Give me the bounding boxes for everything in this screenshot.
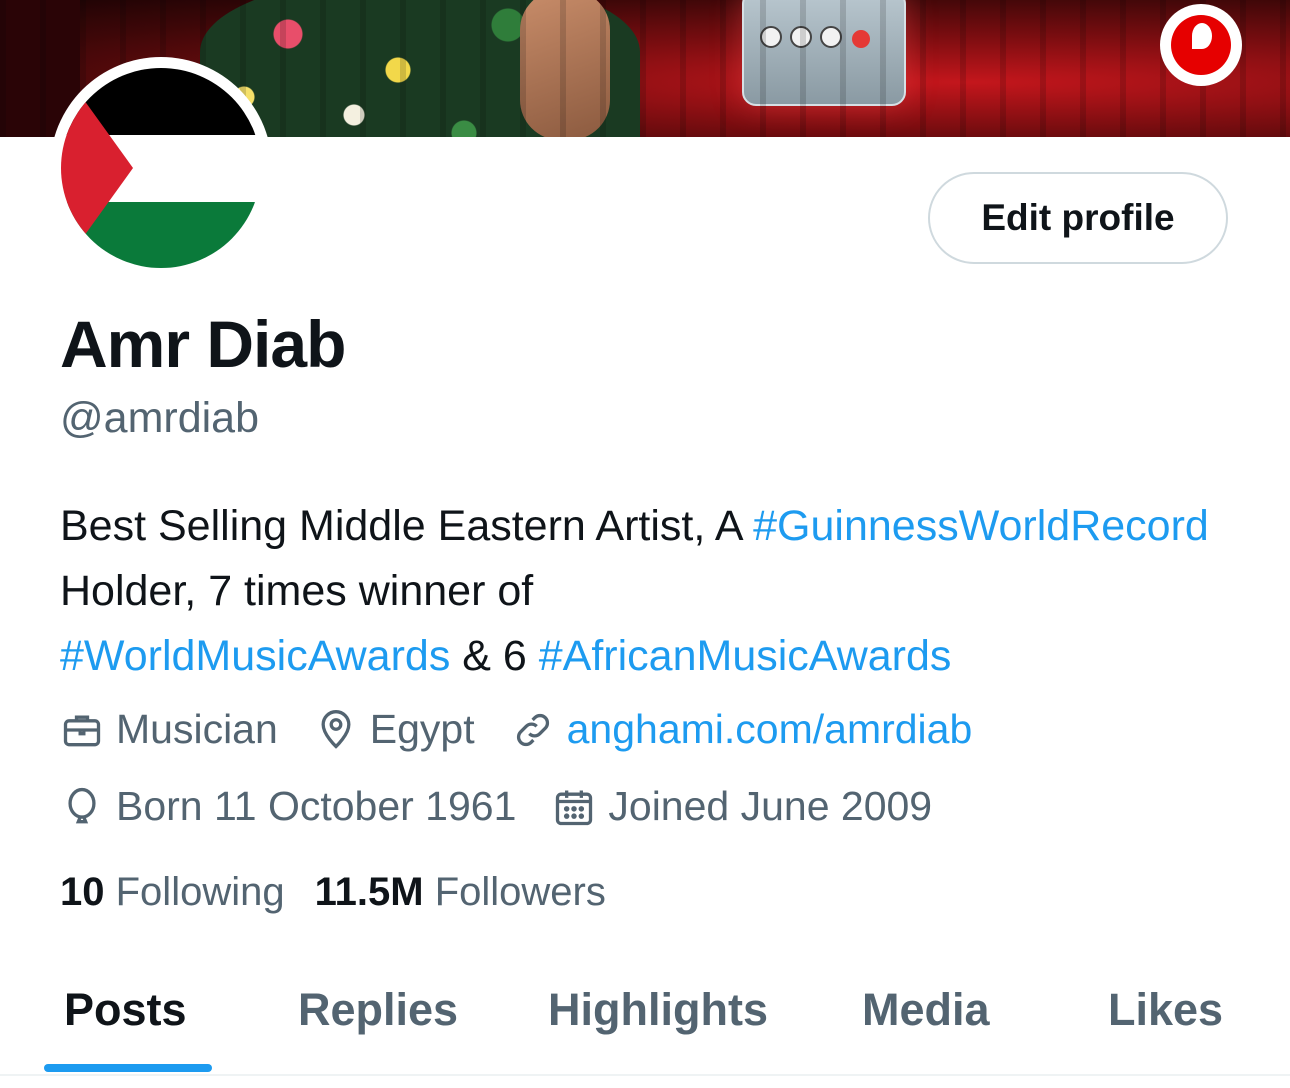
following-label: Following (115, 870, 285, 914)
tab-replies[interactable]: Replies (298, 984, 458, 1036)
follow-stats: 10 Following 11.5M Followers (60, 870, 636, 915)
hashtag-link[interactable]: #AfricanMusicAwards (539, 632, 952, 680)
following-stat[interactable]: 10 Following (60, 870, 285, 915)
location-item: Egypt (314, 706, 475, 753)
website-link[interactable]: anghami.com/amrdiab (567, 706, 973, 753)
profile-meta-row-2: Born 11 October 1961 Joined June 2009 (60, 783, 968, 830)
birthday-item: Born 11 October 1961 (60, 783, 516, 830)
profile-meta-row-1: Musician Egypt anghami.com/amrdiab (60, 706, 1008, 753)
bio-text: Best Selling Middle Eastern Artist, A (60, 502, 754, 550)
calendar-icon (556, 790, 593, 825)
bio-text: & 6 (450, 632, 539, 680)
avatar[interactable] (50, 57, 272, 279)
following-count: 10 (60, 870, 105, 914)
profile-bio: Best Selling Middle Eastern Artist, A #G… (60, 494, 1260, 689)
profile-handle: @amrdiab (60, 394, 260, 442)
tab-likes[interactable]: Likes (1108, 984, 1223, 1036)
briefcase-icon (63, 715, 101, 746)
link-icon (516, 713, 549, 746)
followers-label: Followers (434, 870, 606, 914)
edit-profile-button[interactable]: Edit profile (928, 172, 1228, 264)
balloon-icon (68, 787, 96, 823)
joined-label: Joined June 2009 (608, 783, 933, 829)
active-tab-indicator (44, 1064, 212, 1072)
profile-name: Amr Diab (60, 307, 346, 381)
joined-item: Joined June 2009 (552, 783, 932, 830)
vodafone-logo-icon (1160, 4, 1242, 86)
profile-tabs: Posts Replies Highlights Media Likes (0, 960, 1290, 1076)
website-item[interactable]: anghami.com/amrdiab (511, 706, 973, 753)
hashtag-link[interactable]: #WorldMusicAwards (60, 632, 450, 680)
followers-stat[interactable]: 11.5M Followers (315, 870, 606, 915)
tab-posts[interactable]: Posts (64, 984, 187, 1036)
profession-item: Musician (60, 706, 278, 753)
location-label: Egypt (369, 706, 475, 752)
palestine-flag-icon (61, 68, 261, 268)
birthday-label: Born 11 October 1961 (116, 783, 517, 829)
tab-highlights[interactable]: Highlights (548, 984, 768, 1036)
tab-media[interactable]: Media (862, 984, 990, 1036)
profession-label: Musician (116, 706, 278, 752)
followers-count: 11.5M (314, 870, 424, 914)
location-pin-icon (321, 709, 351, 749)
hashtag-link[interactable]: #GuinnessWorldRecord (753, 502, 1209, 550)
bio-text: Holder, 7 times winner of (60, 567, 534, 615)
